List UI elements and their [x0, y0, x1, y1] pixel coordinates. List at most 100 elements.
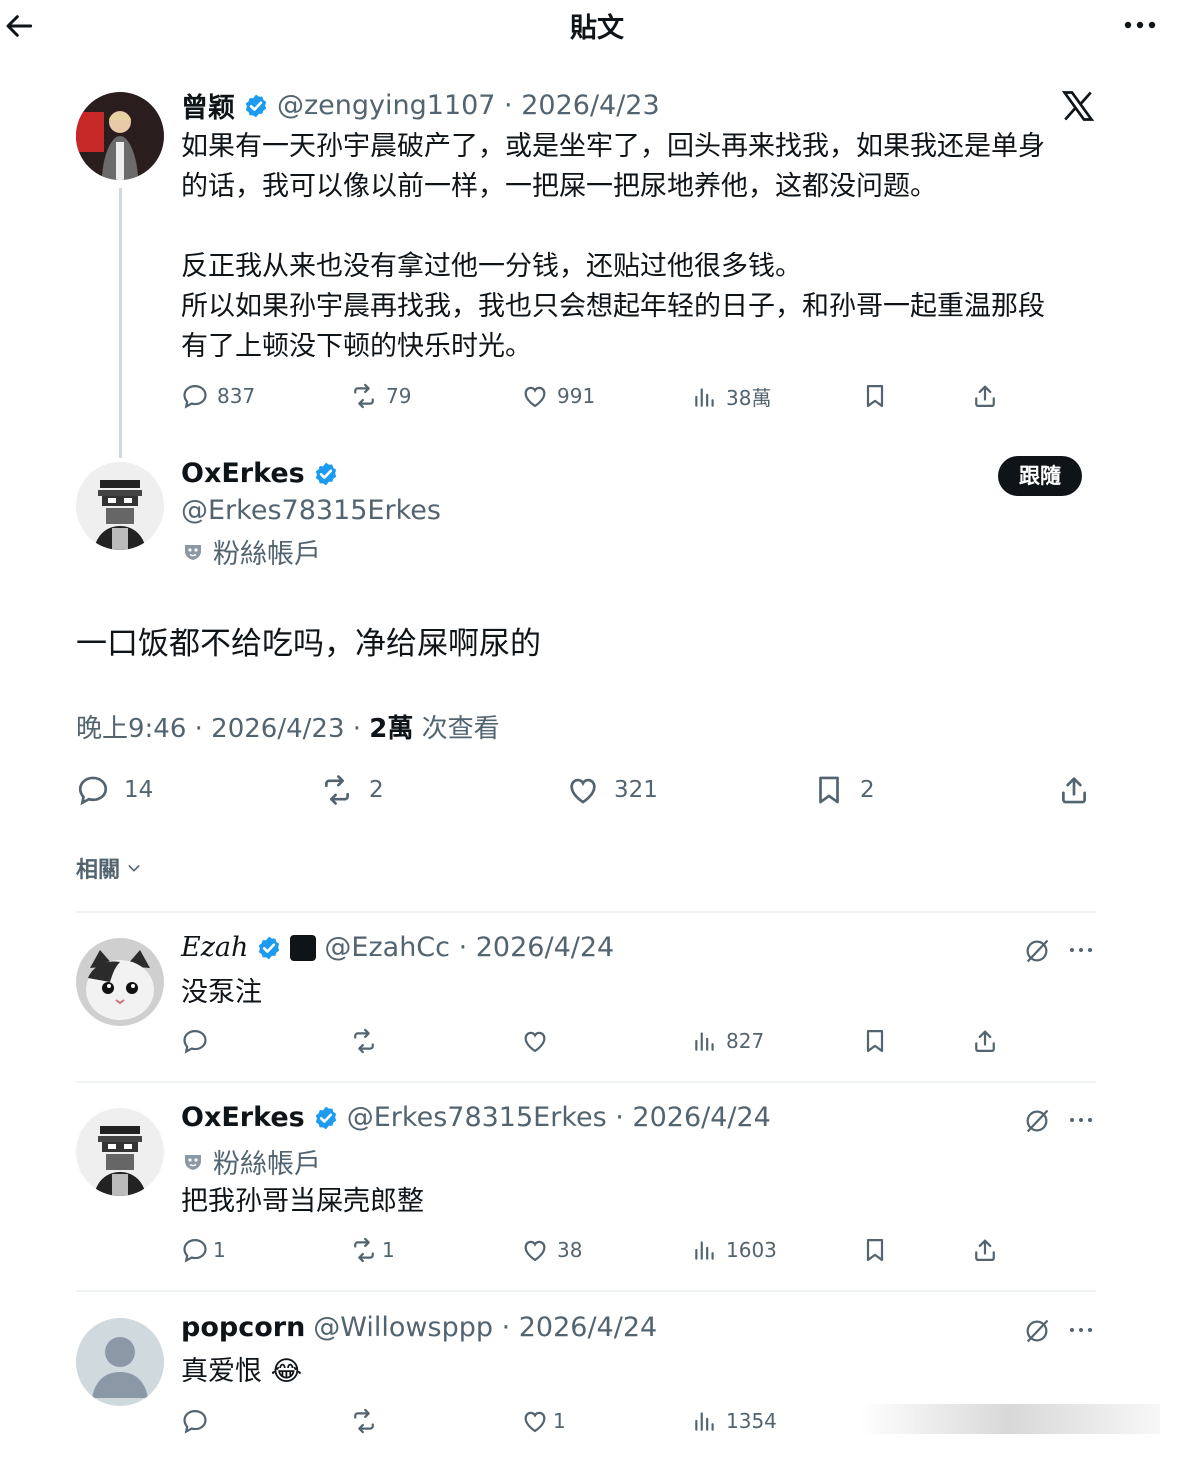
retweet-button[interactable]: 79: [350, 382, 411, 410]
fan-account-label: 粉絲帳戶: [181, 532, 321, 571]
tweet-text-line: 所以如果孙宇晨再找我，我也只会想起年轻的日子，和孙哥一起重温那段: [181, 291, 1045, 322]
avatar[interactable]: [76, 1108, 164, 1196]
fan-account-text: 粉絲帳戶: [213, 1149, 321, 1180]
timestamp-text[interactable]: 晚上9:46 · 2026/4/23 ·: [76, 714, 369, 744]
chevron-down-icon: [128, 865, 140, 872]
tweet-text-line: 如果有一天孙宇晨破产了，或是坐牢了，回头再来找我，如果我还是单身: [181, 131, 1045, 162]
tweet-text-line: 有了上顿没下顿的快乐时光。: [181, 331, 532, 362]
follow-button[interactable]: 跟隨: [998, 456, 1082, 496]
fan-account-label: 粉絲帳戶: [181, 1142, 321, 1181]
avatar[interactable]: [76, 462, 164, 550]
grok-icon[interactable]: [1023, 1107, 1051, 1135]
views-button[interactable]: 38萬: [692, 382, 771, 411]
views-icon: [692, 1027, 718, 1055]
mask-icon: [181, 540, 205, 564]
thread-line: [119, 188, 122, 458]
divider: [76, 911, 1096, 913]
reply-icon[interactable]: [181, 1407, 209, 1435]
views-button[interactable]: 827: [692, 1027, 764, 1055]
reply-count: 837: [217, 384, 256, 408]
bookmark-count: 2: [860, 777, 875, 803]
related-dropdown[interactable]: 相關: [76, 852, 142, 884]
author-handle-date[interactable]: @Willowsppp · 2026/4/24: [313, 1312, 657, 1343]
retweet-button[interactable]: 2: [319, 773, 384, 807]
reply-icon: [181, 1236, 209, 1264]
related-label: 相關: [76, 858, 121, 883]
author-handle[interactable]: @Erkes78315Erkes: [181, 495, 441, 526]
share-icon[interactable]: [971, 382, 999, 410]
reply-text: 真爱恨 😂: [181, 1356, 303, 1387]
grok-icon[interactable]: [1023, 937, 1051, 965]
share-icon[interactable]: [971, 1027, 999, 1055]
like-button[interactable]: 38: [521, 1236, 582, 1264]
verified-badge-icon: [313, 1105, 339, 1131]
share-icon[interactable]: [971, 1236, 999, 1264]
retweet-count: 79: [386, 384, 412, 408]
author-handle-date[interactable]: @zengying1107 · 2026/4/23: [277, 90, 660, 121]
avatar[interactable]: [76, 92, 164, 180]
avatar[interactable]: [76, 1318, 164, 1406]
author-name[interactable]: Ezah: [181, 932, 248, 963]
like-count: 1: [553, 1409, 566, 1433]
reply-button[interactable]: 1: [181, 1236, 226, 1264]
bookmark-icon[interactable]: [861, 1027, 889, 1055]
like-count: 991: [557, 384, 596, 408]
bookmark-icon[interactable]: [861, 1236, 889, 1264]
retweet-count: 2: [369, 777, 384, 803]
views-button[interactable]: 1603: [692, 1236, 777, 1264]
share-icon[interactable]: [1057, 773, 1091, 807]
views-count: 38萬: [726, 386, 772, 410]
tweet-timestamp: 晚上9:46 · 2026/4/23 · 2萬 次查看: [76, 708, 500, 745]
author-handle-date[interactable]: @EzahCc · 2026/4/24: [324, 932, 614, 963]
retweet-button[interactable]: 1: [350, 1236, 395, 1264]
bookmark-icon[interactable]: [861, 382, 889, 410]
view-count-bold: 2萬: [369, 714, 414, 744]
divider: [76, 1081, 1096, 1083]
affiliate-badge-icon: [290, 934, 317, 961]
like-count: 38: [557, 1238, 583, 1262]
verified-badge-icon: [256, 935, 282, 961]
reply-count: 14: [124, 777, 154, 803]
like-count: 321: [614, 777, 658, 803]
like-button[interactable]: 991: [521, 382, 595, 410]
author-name[interactable]: 曾颖: [181, 86, 235, 125]
reply-button[interactable]: 837: [181, 382, 255, 410]
like-icon[interactable]: [521, 1027, 549, 1055]
retweet-icon: [350, 382, 378, 410]
more-options-icon[interactable]: [1120, 10, 1160, 40]
like-button[interactable]: 321: [566, 773, 658, 807]
tweet-text-line: 反正我从来也没有拿过他一分钱，还贴过他很多钱。: [181, 251, 802, 282]
reply-icon: [181, 382, 209, 410]
reply-icon: [76, 773, 110, 807]
retweet-icon[interactable]: [350, 1407, 378, 1435]
retweet-icon[interactable]: [350, 1027, 378, 1055]
author-name[interactable]: popcorn: [181, 1312, 305, 1343]
bookmark-icon: [812, 773, 846, 807]
verified-badge-icon: [243, 93, 269, 119]
more-options-icon[interactable]: [1066, 935, 1096, 965]
views-icon: [692, 1407, 718, 1435]
bookmark-button[interactable]: 2: [812, 773, 875, 807]
author-name[interactable]: OxErkes: [181, 1102, 305, 1133]
like-icon: [521, 382, 549, 410]
views-button[interactable]: 1354: [692, 1407, 777, 1435]
author-name[interactable]: OxErkes: [181, 458, 305, 489]
tweet-text-line: 的话，我可以像以前一样，一把屎一把尿地养他，这都没问题。: [181, 171, 937, 202]
like-button[interactable]: 1: [521, 1407, 566, 1435]
views-count: 827: [726, 1029, 765, 1053]
reply-icon[interactable]: [181, 1027, 209, 1055]
reply-count: 1: [213, 1238, 226, 1262]
reply-button[interactable]: 14: [76, 773, 153, 807]
grok-icon[interactable]: [1023, 1317, 1051, 1345]
author-handle-date[interactable]: @Erkes78315Erkes · 2026/4/24: [347, 1102, 771, 1133]
views-count: 1354: [726, 1409, 777, 1433]
main-tweet-text: 一口饭都不给吃吗，净给屎啊尿的: [76, 626, 541, 662]
views-count: 1603: [726, 1238, 777, 1262]
verified-badge-icon: [313, 461, 339, 487]
avatar[interactable]: [76, 938, 164, 1026]
more-options-icon[interactable]: [1066, 1315, 1096, 1345]
views-icon: [692, 1236, 718, 1264]
mask-icon: [181, 1150, 205, 1174]
more-options-icon[interactable]: [1066, 1105, 1096, 1135]
reply-text: 没泵注: [181, 977, 262, 1008]
